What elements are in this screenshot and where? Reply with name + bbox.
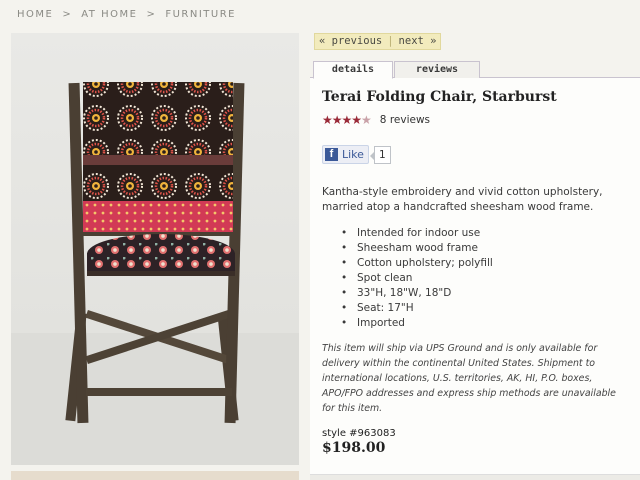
facebook-like: f Like 1 <box>322 145 391 164</box>
next-link[interactable]: next » <box>399 35 437 47</box>
product-description: Kantha-style embroidery and vivid cotton… <box>322 186 603 213</box>
product-price: $198.00 <box>322 440 386 456</box>
feature-item: 33"H, 18"W, 18"D <box>340 286 493 301</box>
feature-item: Seat: 17"H <box>340 301 493 316</box>
product-title: Terai Folding Chair, Starburst <box>322 89 557 105</box>
prev-next-nav: « previous | next » <box>314 33 442 50</box>
like-label: Like <box>342 148 364 161</box>
product-rating: ★★★★★ 8 reviews <box>322 113 430 127</box>
feature-item: Sheesham wood frame <box>340 241 493 256</box>
tab-reviews[interactable]: reviews <box>394 61 480 78</box>
stars-full: ★★★★ <box>322 113 362 127</box>
stars-half: ★ <box>361 113 372 127</box>
thumbnail-strip <box>11 471 299 480</box>
feature-item: Intended for indoor use <box>340 226 493 241</box>
style-number: style #963083 <box>322 428 396 439</box>
folding-chair-illustration <box>11 82 299 465</box>
breadcrumb-separator: > <box>146 9 157 20</box>
breadcrumb: HOME > AT HOME > FURNITURE <box>17 9 236 20</box>
facebook-icon: f <box>325 148 338 161</box>
product-features: Intended for indoor use Sheesham wood fr… <box>340 226 493 331</box>
breadcrumb-home[interactable]: HOME <box>17 9 53 20</box>
breadcrumb-at-home[interactable]: AT HOME <box>81 9 137 20</box>
breadcrumb-furniture[interactable]: FURNITURE <box>165 9 236 20</box>
shipping-note: This item will ship via UPS Ground and i… <box>322 343 616 414</box>
product-image[interactable] <box>11 33 299 465</box>
previous-link[interactable]: « previous <box>319 35 382 47</box>
add-to-cart-bar <box>310 474 640 480</box>
star-rating-icon: ★★★★★ <box>322 113 372 127</box>
review-count-link[interactable]: 8 reviews <box>380 114 430 126</box>
tab-details[interactable]: details <box>313 61 393 79</box>
facebook-like-button[interactable]: f Like <box>322 145 369 164</box>
nav-divider: | <box>387 35 394 47</box>
like-count: 1 <box>370 145 391 164</box>
breadcrumb-separator: > <box>62 9 73 20</box>
feature-item: Cotton upholstery; polyfill <box>340 256 493 271</box>
feature-item: Spot clean <box>340 271 493 286</box>
feature-item: Imported <box>340 316 493 331</box>
